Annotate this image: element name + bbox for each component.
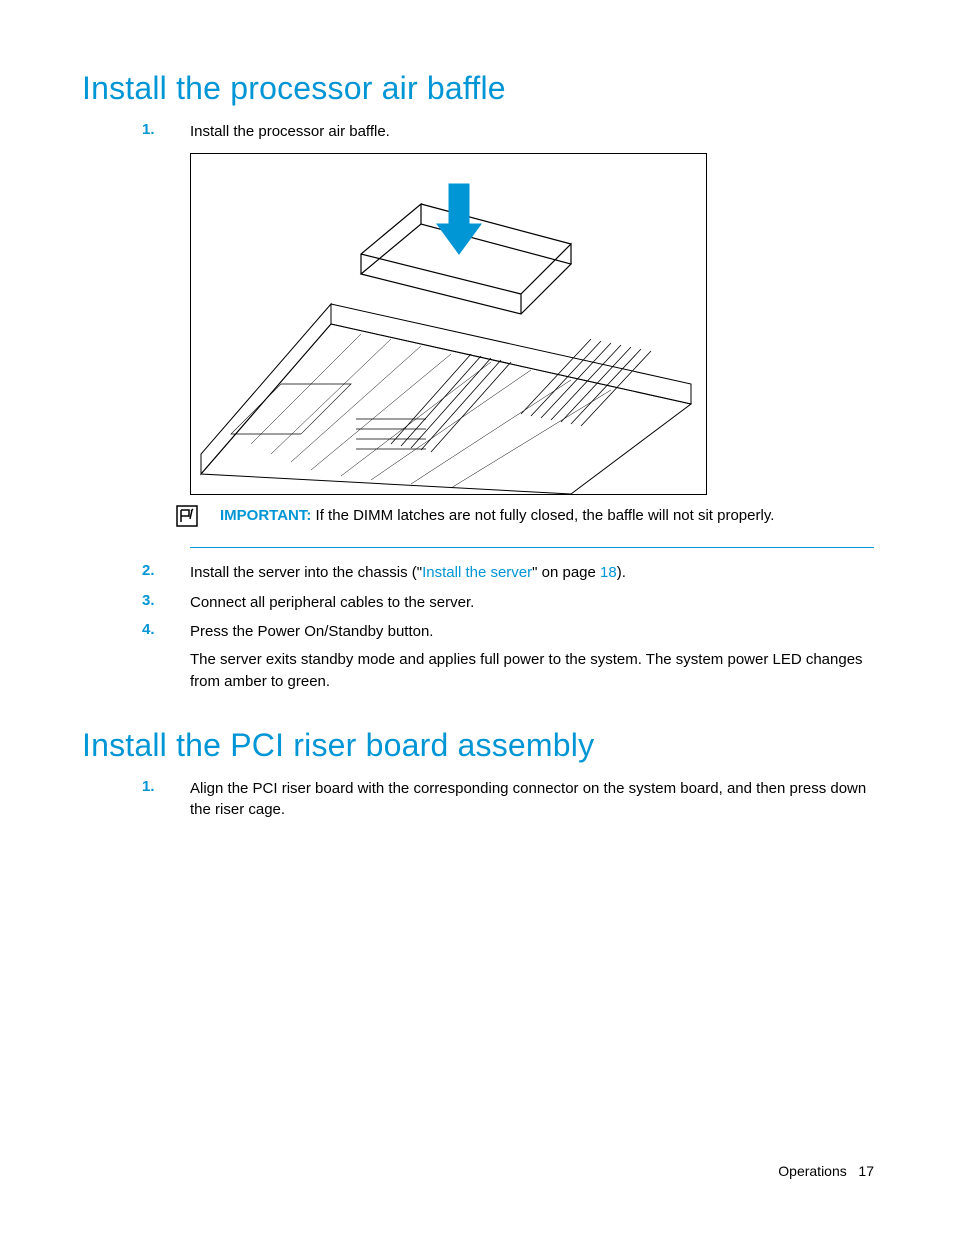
step-2: 2. Install the server into the chassis (… — [82, 562, 874, 584]
step-pci-1: 1. Align the PCI riser board with the co… — [82, 778, 874, 822]
diagram-air-baffle-svg — [191, 154, 706, 494]
link-install-server[interactable]: Install the server — [422, 564, 532, 581]
steps-list-1b: 2. Install the server into the chassis (… — [82, 562, 874, 693]
step-number: 3. — [142, 592, 190, 614]
step-number: 2. — [142, 562, 190, 584]
step-text: Align the PCI riser board with the corre… — [190, 778, 874, 822]
step-number: 4. — [142, 621, 190, 692]
step-text: Install the server into the chassis ("In… — [190, 562, 874, 584]
step-number: 1. — [142, 778, 190, 822]
link-page-18[interactable]: 18 — [600, 564, 617, 581]
important-body: If the DIMM latches are not fully closed… — [311, 507, 774, 524]
divider — [190, 547, 874, 548]
step-4: 4. Press the Power On/Standby button. Th… — [82, 621, 874, 692]
step-text: Press the Power On/Standby button. The s… — [190, 621, 874, 692]
page-footer: Operations 17 — [778, 1163, 874, 1179]
step-text: Install the processor air baffle. — [190, 121, 874, 143]
footer-page-number: 17 — [858, 1163, 874, 1179]
step-text: Connect all peripheral cables to the ser… — [190, 592, 874, 614]
heading-install-air-baffle: Install the processor air baffle — [82, 70, 874, 107]
step-4-paragraph: The server exits standby mode and applie… — [190, 649, 874, 693]
heading-install-pci-riser: Install the PCI riser board assembly — [82, 727, 874, 764]
step-number: 1. — [142, 121, 190, 143]
step-1: 1. Install the processor air baffle. — [82, 121, 874, 143]
important-label: IMPORTANT: — [220, 507, 311, 524]
figure-air-baffle — [190, 153, 707, 495]
footer-section: Operations — [778, 1163, 846, 1179]
steps-list-2: 1. Align the PCI riser board with the co… — [82, 778, 874, 822]
important-text: IMPORTANT: If the DIMM latches are not f… — [204, 505, 874, 527]
step-3: 3. Connect all peripheral cables to the … — [82, 592, 874, 614]
important-icon — [170, 505, 204, 531]
steps-list-1: 1. Install the processor air baffle. — [82, 121, 874, 143]
important-callout: IMPORTANT: If the DIMM latches are not f… — [170, 501, 874, 535]
